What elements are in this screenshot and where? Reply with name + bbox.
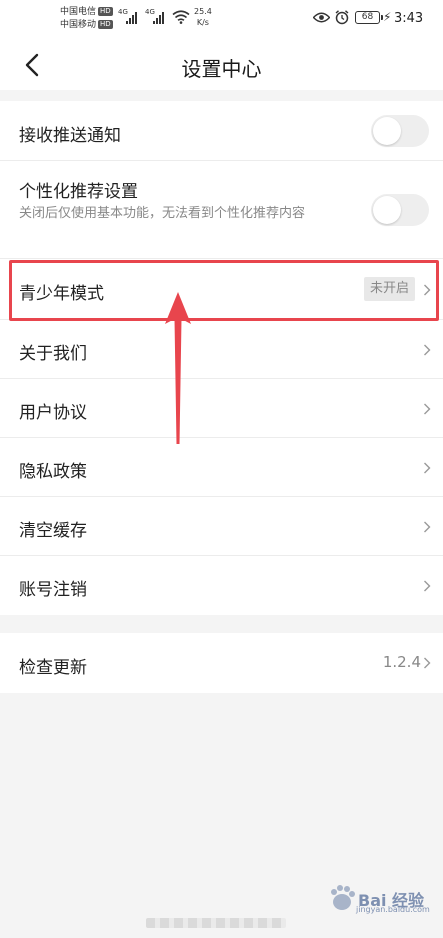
carrier-2: 中国移动 bbox=[60, 20, 97, 30]
account-cancel-row[interactable]: 账号注销 bbox=[0, 556, 443, 615]
arrow-up-icon bbox=[165, 292, 191, 444]
update-group: 检查更新 1.2.4 bbox=[0, 633, 443, 693]
user-agreement-row[interactable]: 用户协议 bbox=[0, 379, 443, 438]
privacy-policy-row[interactable]: 隐私政策 bbox=[0, 438, 443, 497]
chevron-right-icon bbox=[424, 284, 431, 296]
net-speed: 25.4 K/s bbox=[194, 7, 212, 27]
carrier-info: 中国电信 HD 中国移动 HD bbox=[60, 6, 113, 32]
settings-group: 接收推送通知 个性化推荐设置 关闭后仅使用基本功能，无法看到个性化推荐内容 青少… bbox=[0, 101, 443, 615]
chevron-right-icon bbox=[424, 344, 431, 356]
personalized-row: 个性化推荐设置 关闭后仅使用基本功能，无法看到个性化推荐内容 bbox=[0, 161, 443, 259]
hd-badge: HD bbox=[98, 20, 113, 29]
user-agreement-label: 用户协议 bbox=[19, 403, 87, 423]
carrier-1: 中国电信 bbox=[60, 7, 97, 17]
toggle-knob bbox=[373, 117, 401, 145]
teen-mode-status-badge: 未开启 bbox=[363, 277, 415, 301]
about-row[interactable]: 关于我们 bbox=[0, 320, 443, 379]
chevron-right-icon bbox=[424, 403, 431, 415]
push-notification-row: 接收推送通知 bbox=[0, 101, 443, 161]
status-bar: 中国电信 HD 中国移动 HD 4G 4G 25.4 K/s 68 ⚡ 3:43 bbox=[0, 0, 443, 40]
chevron-right-icon bbox=[424, 657, 431, 669]
about-label: 关于我们 bbox=[19, 344, 87, 364]
eye-icon bbox=[313, 12, 330, 23]
clear-cache-row[interactable]: 清空缓存 bbox=[0, 497, 443, 556]
watermark-url: jingyan.baidu.com bbox=[356, 905, 430, 914]
push-notification-label: 接收推送通知 bbox=[19, 126, 121, 146]
check-update-row[interactable]: 检查更新 1.2.4 bbox=[0, 633, 443, 693]
personalized-label: 个性化推荐设置 bbox=[19, 182, 138, 202]
battery-level: 68 bbox=[361, 12, 374, 22]
toggle-knob bbox=[373, 196, 401, 224]
page-title: 设置中心 bbox=[181, 57, 262, 81]
push-notification-toggle[interactable] bbox=[371, 115, 429, 147]
chevron-right-icon bbox=[424, 521, 431, 533]
account-cancel-label: 账号注销 bbox=[19, 580, 87, 600]
blurred-footer-text bbox=[146, 918, 286, 928]
alarm-icon bbox=[335, 10, 349, 25]
chevron-right-icon bbox=[424, 462, 431, 474]
version-text: 1.2.4 bbox=[382, 653, 421, 671]
charging-icon: ⚡ bbox=[383, 10, 392, 24]
battery-icon: 68 bbox=[355, 11, 383, 24]
clock: 3:43 bbox=[394, 11, 424, 26]
header: 设置中心 bbox=[0, 40, 443, 90]
clear-cache-label: 清空缓存 bbox=[19, 521, 87, 541]
teen-mode-label: 青少年模式 bbox=[19, 284, 104, 304]
personalized-description: 关闭后仅使用基本功能，无法看到个性化推荐内容 bbox=[19, 206, 306, 221]
privacy-policy-label: 隐私政策 bbox=[19, 462, 87, 482]
hd-badge: HD bbox=[98, 7, 113, 16]
wifi-icon bbox=[172, 10, 190, 24]
chevron-right-icon bbox=[424, 580, 431, 592]
teen-mode-row[interactable]: 青少年模式 未开启 bbox=[0, 259, 443, 320]
check-update-label: 检查更新 bbox=[19, 658, 87, 678]
personalized-toggle[interactable] bbox=[371, 194, 429, 226]
